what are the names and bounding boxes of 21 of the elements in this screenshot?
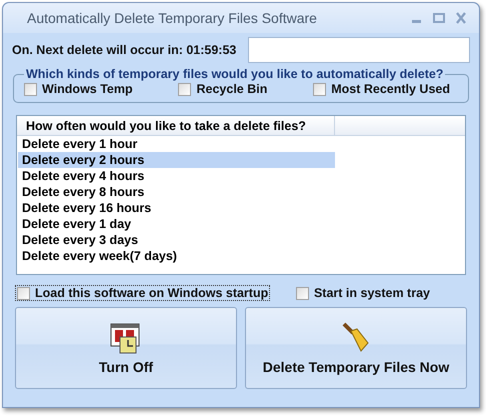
option-checkbox[interactable]: Start in system tray (294, 285, 432, 301)
schedule-item[interactable]: Delete every 1 hour (18, 136, 335, 152)
window-title: Automatically Delete Temporary Files Software (27, 10, 317, 26)
file-type-checkbox[interactable]: Most Recently Used (313, 82, 450, 96)
turn-off-button[interactable]: Turn Off (15, 307, 237, 389)
delete-now-button[interactable]: Delete Temporary Files Now (245, 307, 467, 389)
schedule-item[interactable]: Delete every 16 hours (18, 200, 335, 216)
schedule-item[interactable]: Delete every 8 hours (18, 184, 335, 200)
next-delete-status: On. Next delete will occur in: 01:59:53 (12, 43, 236, 57)
schedule-item[interactable]: Delete every 1 day (18, 216, 335, 232)
option-checkbox[interactable]: Load this software on Windows startup (15, 285, 270, 301)
file-type-checkbox[interactable]: Windows Temp (24, 82, 133, 96)
schedule-item[interactable]: Delete every 3 days (18, 232, 335, 248)
status-field[interactable] (248, 37, 470, 63)
schedule-item[interactable]: Delete every 4 hours (18, 168, 335, 184)
schedule-item[interactable]: Delete every 2 hours (18, 152, 335, 168)
schedule-item[interactable]: Delete every week(7 days) (18, 248, 335, 264)
close-icon[interactable] (455, 12, 467, 24)
group-title: Which kinds of temporary files would you like to automatically delete? (25, 67, 444, 81)
file-type-checkbox[interactable]: Recycle Bin (178, 82, 268, 96)
maximize-icon[interactable] (433, 12, 445, 24)
